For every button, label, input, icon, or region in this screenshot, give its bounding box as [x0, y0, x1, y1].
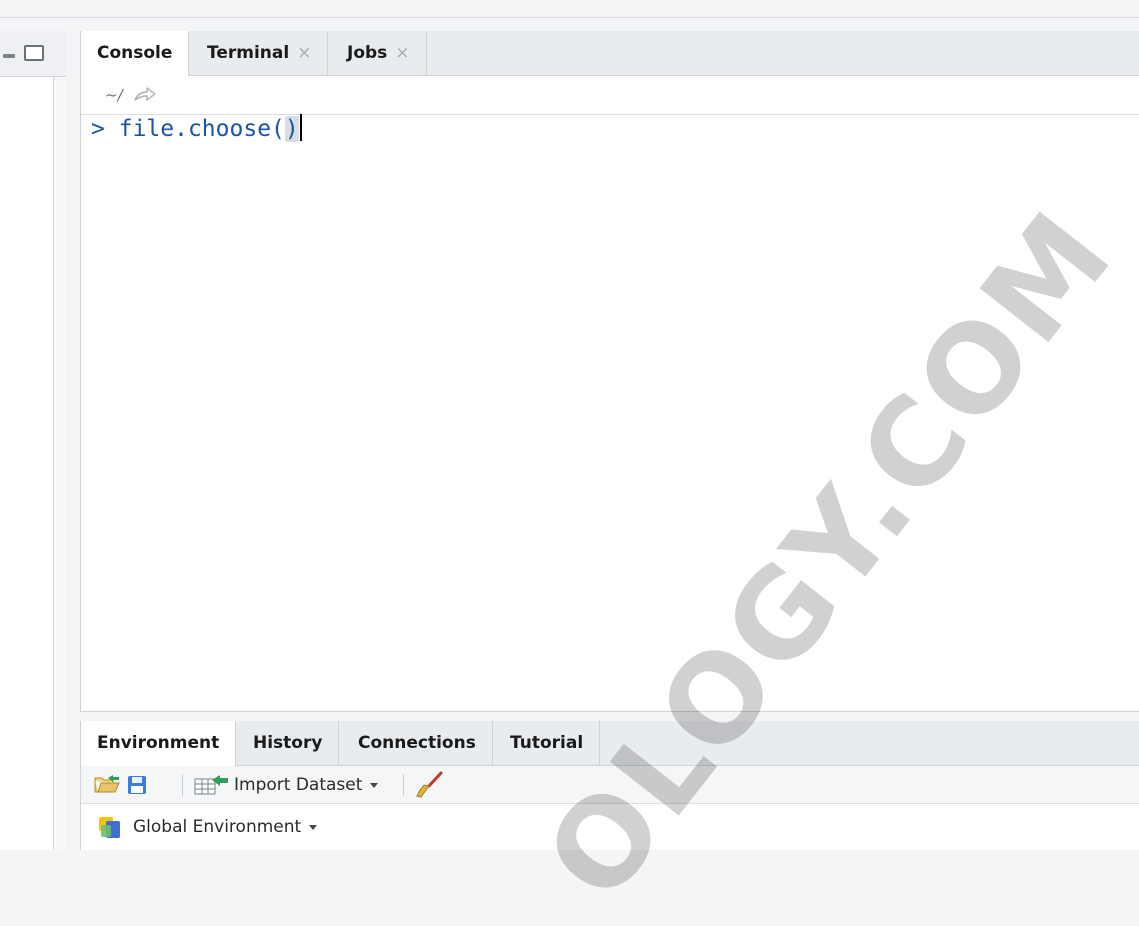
tab-jobs-label: Jobs: [347, 43, 388, 63]
console-prompt: >: [91, 116, 105, 142]
tab-jobs[interactable]: Jobs ×: [331, 31, 427, 75]
working-directory-bar: ~/: [81, 76, 1139, 115]
environment-tab-bar: Environment History Connections Tutorial: [81, 721, 1139, 766]
source-scroll-gutter: [54, 77, 66, 850]
save-icon[interactable]: [127, 775, 147, 795]
import-dataset-icon[interactable]: [194, 775, 230, 795]
tab-tutorial[interactable]: Tutorial: [494, 721, 601, 765]
environment-selector[interactable]: Global Environment: [81, 804, 1139, 850]
tab-history[interactable]: History: [237, 721, 340, 765]
top-bar: [0, 0, 1139, 18]
text-cursor: [299, 114, 302, 141]
source-pane: [0, 31, 66, 850]
console-pane: Console Terminal × Jobs × ~/ > file.choose…: [80, 31, 1139, 712]
tab-terminal-label: Terminal: [207, 43, 290, 63]
open-folder-icon[interactable]: [93, 775, 121, 795]
broom-icon[interactable]: [414, 771, 444, 799]
environment-toolbar: Import Dataset: [81, 766, 1139, 804]
toolbar-separator: [182, 774, 183, 796]
toolbar-separator: [403, 774, 404, 796]
chevron-down-icon: [309, 824, 318, 830]
tab-environment[interactable]: Environment: [81, 721, 237, 766]
tab-environment-label: Environment: [97, 733, 220, 753]
environment-icon: [99, 817, 120, 838]
global-environment-text: Global Environment: [133, 817, 302, 837]
chevron-down-icon: [370, 782, 379, 788]
close-icon[interactable]: ×: [297, 43, 311, 63]
tab-terminal[interactable]: Terminal ×: [191, 31, 329, 75]
maximize-pane-icon[interactable]: [24, 45, 44, 61]
tab-tutorial-label: Tutorial: [510, 733, 584, 753]
global-environment-label[interactable]: Global Environment: [133, 817, 318, 837]
import-dataset-button[interactable]: Import Dataset: [234, 775, 379, 795]
tab-connections-label: Connections: [358, 733, 476, 753]
tab-console-label: Console: [97, 43, 173, 63]
tab-history-label: History: [253, 733, 323, 753]
tab-connections[interactable]: Connections: [342, 721, 493, 765]
console-tab-bar: Console Terminal × Jobs ×: [81, 31, 1139, 76]
close-icon[interactable]: ×: [395, 43, 409, 63]
source-editor[interactable]: [0, 77, 54, 850]
working-directory[interactable]: ~/: [105, 86, 123, 104]
source-pane-header: [0, 31, 66, 77]
tab-console[interactable]: Console: [81, 31, 190, 76]
top-divider: [0, 17, 1139, 18]
matched-paren: ): [284, 116, 299, 142]
console-command-line[interactable]: > file.choose(): [91, 114, 302, 142]
import-dataset-label: Import Dataset: [234, 775, 363, 795]
console-command: file.choose(: [118, 116, 285, 142]
go-to-directory-icon[interactable]: [134, 87, 156, 103]
minimize-pane-icon[interactable]: [3, 54, 15, 58]
environment-pane: Environment History Connections Tutorial: [80, 721, 1139, 850]
